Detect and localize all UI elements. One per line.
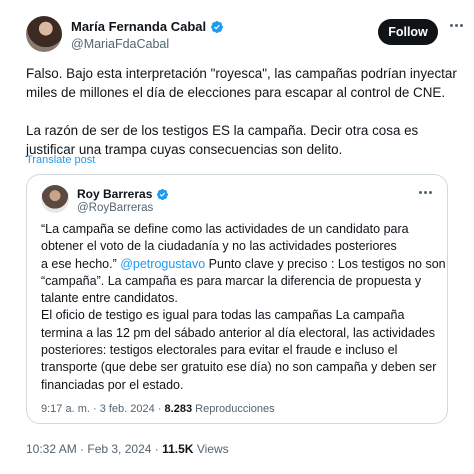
tweet-date[interactable]: Feb 3, 2024 bbox=[87, 442, 151, 456]
views-label: Views bbox=[196, 442, 229, 456]
author-handle[interactable]: @MariaFdaCabal bbox=[71, 37, 169, 51]
quoted-author-handle[interactable]: @RoyBarreras bbox=[77, 202, 153, 214]
quoted-text-line: a ese hecho.” @petrogustavo Punto clave … bbox=[41, 256, 446, 273]
verified-badge-icon bbox=[211, 20, 224, 33]
quoted-author-name[interactable]: Roy Barreras bbox=[77, 187, 152, 201]
quoted-tweet-header: Roy Barreras @RoyBarreras bbox=[41, 185, 435, 219]
follow-button[interactable]: Follow bbox=[378, 19, 438, 45]
quoted-date[interactable]: 3 feb. 2024 bbox=[100, 403, 155, 415]
quoted-text-line: El oficio de testigo es igual para todas… bbox=[41, 308, 405, 323]
quoted-tweet-meta: 9:17 a. m. · 3 feb. 2024 · 8.283 Reprodu… bbox=[41, 403, 275, 415]
quoted-text-line: termina a las 12 pm del sábado anterior … bbox=[41, 325, 435, 340]
mention-link[interactable]: @petrogustavo bbox=[120, 257, 205, 271]
more-options-icon[interactable] bbox=[419, 191, 432, 194]
quoted-views-label: Reproducciones bbox=[195, 403, 275, 415]
quoted-time[interactable]: 9:17 a. m. bbox=[41, 403, 90, 415]
quoted-text-segment: Punto clave y preciso : Los testigos no … bbox=[205, 256, 446, 271]
more-options-icon[interactable] bbox=[450, 24, 463, 27]
quoted-views-count: 8.283 bbox=[164, 403, 193, 415]
quoted-tweet-text: “La campaña se define como las actividad… bbox=[41, 221, 446, 394]
quoted-text-segment: a ese hecho.” bbox=[41, 256, 121, 271]
tweet-text-line: La razón de ser de los testigos ES la ca… bbox=[26, 123, 419, 138]
quoted-text-line: transporte (que debe ser gratuito ese dí… bbox=[41, 360, 437, 375]
tweet-time[interactable]: 10:32 AM bbox=[26, 442, 77, 456]
quoted-avatar[interactable] bbox=[41, 185, 69, 213]
tweet-text-line: miles de millones el día de elecciones p… bbox=[26, 85, 446, 100]
quoted-text-line: talante entre candidatos. bbox=[41, 291, 178, 306]
tweet: María Fernanda Cabal @MariaFdaCabal Foll… bbox=[0, 0, 474, 474]
views-count: 11.5K bbox=[162, 442, 194, 456]
quoted-tweet[interactable]: Roy Barreras @RoyBarreras “La campaña se… bbox=[26, 174, 448, 424]
author-name-row[interactable]: María Fernanda Cabal bbox=[71, 19, 224, 34]
quoted-text-line: obtener el voto de la ciudadanía y no la… bbox=[41, 239, 397, 254]
quoted-text-line: posteriores: testigos electorales para e… bbox=[41, 343, 398, 358]
quoted-text-line: financiadas por el estado. bbox=[41, 377, 184, 392]
tweet-meta: 10:32 AM · Feb 3, 2024 · 11.5K Views bbox=[26, 442, 229, 456]
avatar[interactable] bbox=[26, 16, 62, 52]
author-name[interactable]: María Fernanda Cabal bbox=[71, 19, 206, 34]
translate-post-link[interactable]: Translate post bbox=[26, 154, 95, 166]
tweet-text-line: Falso. Bajo esta interpretación "royesca… bbox=[26, 66, 457, 81]
verified-badge-icon bbox=[157, 188, 169, 200]
tweet-text: Falso. Bajo esta interpretación "royesca… bbox=[26, 64, 457, 159]
quoted-author-name-row[interactable]: Roy Barreras bbox=[77, 187, 169, 201]
quoted-text-line: “campaña”. La campaña es para marcar la … bbox=[41, 273, 422, 288]
tweet-header: María Fernanda Cabal @MariaFdaCabal Foll… bbox=[26, 13, 463, 59]
quoted-text-line: “La campaña se define como las actividad… bbox=[41, 222, 409, 236]
